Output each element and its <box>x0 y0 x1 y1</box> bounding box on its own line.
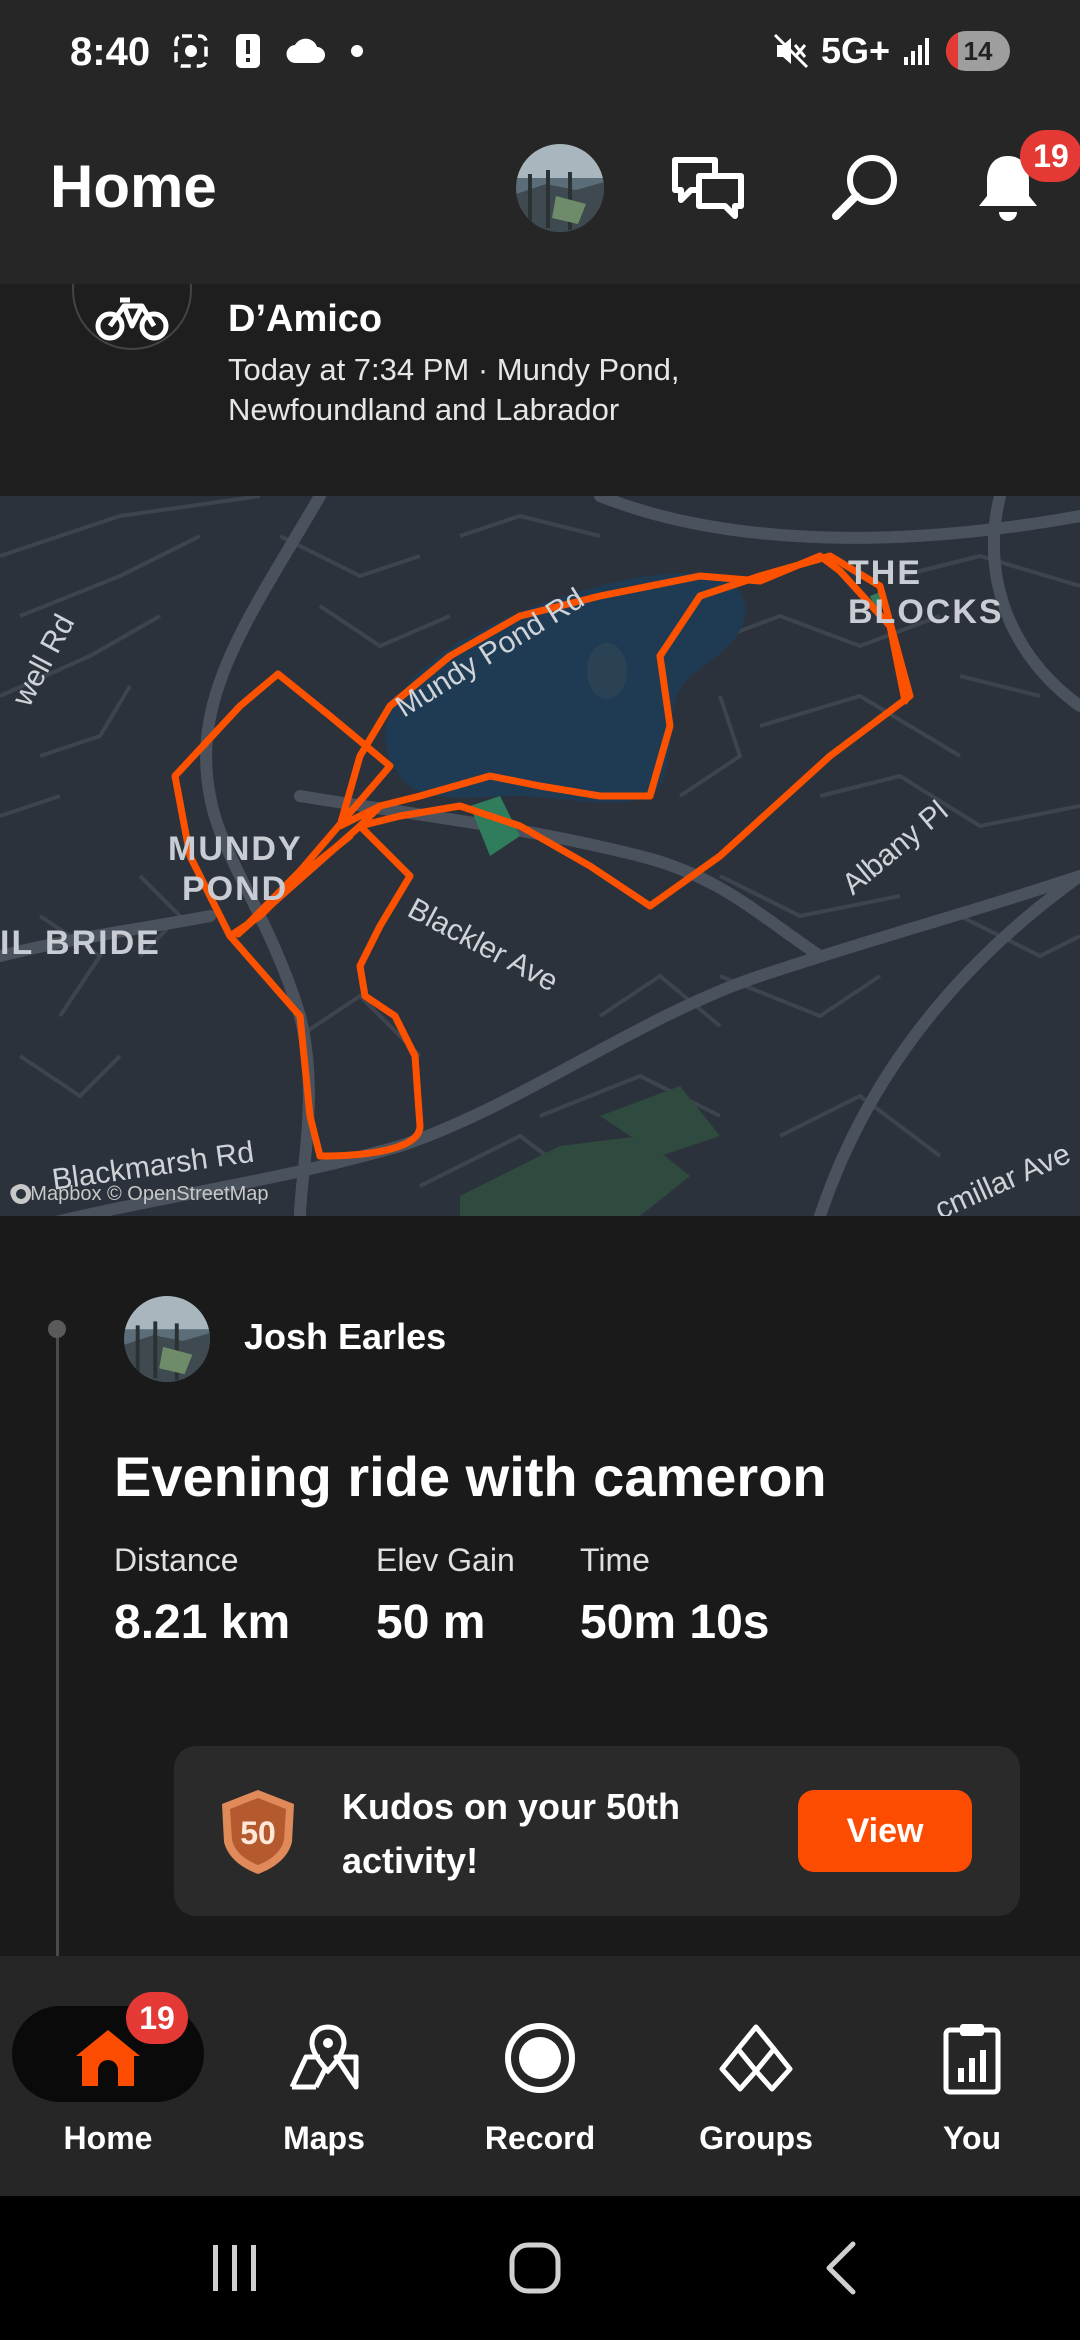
stat-value: 50 m <box>376 1596 486 1649</box>
alert-icon <box>236 34 260 68</box>
home-circle-icon <box>509 2242 561 2294</box>
map-pin-icon <box>276 2010 372 2106</box>
stat-time: Time 50m 10s <box>580 1542 770 1650</box>
recent-apps-button[interactable] <box>190 2238 280 2298</box>
bike-icon <box>95 297 169 341</box>
stat-label: Elev Gain <box>376 1542 515 1578</box>
page-title: Home <box>50 153 217 220</box>
map-label-the-blocks: THE BLOCKS <box>848 554 1004 631</box>
nav-record[interactable]: Record <box>432 1956 648 2196</box>
stat-elev-gain: Elev Gain 50 m <box>376 1542 515 1650</box>
athlete-name[interactable]: D’Amico <box>228 298 382 341</box>
activity-meta: Today at 7:34 PM · Mundy Pond, Newfoundl… <box>228 352 680 427</box>
mute-icon <box>773 33 809 69</box>
status-icons-left <box>172 32 364 70</box>
search-button[interactable] <box>824 146 908 230</box>
nav-groups[interactable]: Groups <box>648 1956 864 2196</box>
mapbox-logo-icon <box>11 1184 31 1204</box>
nav-label: Maps <box>283 2120 365 2156</box>
notifications-button[interactable]: 19 <box>966 130 1080 230</box>
notifications-badge: 19 <box>1020 130 1080 182</box>
network-label: 5G+ <box>820 30 890 71</box>
attribution-text: © Mapbox © OpenStreetMap <box>10 1183 269 1205</box>
kudos-banner: 50 Kudos on your 50th activity! View <box>174 1746 1020 1916</box>
nav-label: Groups <box>699 2120 813 2156</box>
stat-label: Time <box>580 1542 650 1578</box>
activity-card[interactable]: Josh Earles Evening ride with cameron Di… <box>0 1216 1080 1956</box>
app-header: Home 19 <box>0 110 1080 284</box>
status-time: 8:40 <box>70 30 151 74</box>
activity-card-top[interactable]: D’Amico Today at 7:34 PM · Mundy Pond, N… <box>0 284 1080 496</box>
athlete-name[interactable]: Josh Earles <box>244 1316 446 1358</box>
battery-level: 14 <box>963 35 993 66</box>
profile-avatar[interactable] <box>516 144 604 232</box>
signal-icon <box>904 38 929 65</box>
timeline-line <box>56 1328 59 1956</box>
nav-label: Home <box>63 2120 153 2156</box>
view-button[interactable]: View <box>798 1790 972 1872</box>
milestone-badge-number: 50 <box>240 1815 276 1851</box>
clipboard-chart-icon <box>924 2010 1020 2106</box>
stat-value: 50m 10s <box>580 1596 770 1649</box>
search-icon <box>832 155 897 220</box>
nav-maps[interactable]: Maps <box>216 1956 432 2196</box>
groups-icon <box>708 2010 804 2106</box>
nav-label: You <box>942 2120 1002 2156</box>
recent-apps-icon <box>213 2245 256 2291</box>
stat-distance: Distance 8.21 km <box>114 1542 290 1650</box>
home-badge: 19 <box>126 1992 188 2044</box>
battery-icon: 14 <box>946 31 1010 71</box>
nav-home[interactable]: Home 19 <box>0 1956 216 2196</box>
timeline-dot <box>48 1320 66 1338</box>
stat-value: 8.21 km <box>114 1596 291 1649</box>
screenshot-icon <box>174 34 208 68</box>
cloud-icon <box>286 38 325 64</box>
bottom-nav: Home 19 Maps Record Groups You <box>0 1956 1080 2196</box>
back-chevron-icon <box>826 2241 856 2295</box>
home-system-button[interactable] <box>490 2238 580 2298</box>
messages-button[interactable] <box>666 146 750 230</box>
record-icon <box>492 2010 588 2106</box>
kudos-text: Kudos on your 50th activity! <box>342 1786 681 1881</box>
chat-bubbles-icon <box>672 157 744 219</box>
activity-title[interactable]: Evening ride with cameron <box>114 1444 827 1509</box>
stat-label: Distance <box>114 1542 239 1578</box>
back-button[interactable] <box>796 2238 886 2298</box>
nav-you[interactable]: You <box>864 1956 1080 2196</box>
map-label-mundy: MUNDY <box>168 830 303 868</box>
system-nav-bar <box>0 2196 1080 2340</box>
map-label-bride: IL BRIDE <box>0 924 161 962</box>
nav-label: Record <box>484 2120 596 2156</box>
status-bar: 8:40 5G+ 14 <box>0 0 1080 110</box>
map-label-pond: POND <box>182 870 289 908</box>
dot-icon <box>351 45 363 57</box>
milestone-badge-icon: 50 <box>216 1786 300 1876</box>
ride-sport-icon <box>72 284 192 350</box>
athlete-avatar[interactable] <box>124 1296 210 1382</box>
status-icons-right: 5G+ 14 <box>773 30 1010 72</box>
route-map[interactable]: THE BLOCKS MUNDY POND IL BRIDE Mundy Pon… <box>0 496 1080 1216</box>
map-attribution[interactable]: © Mapbox © OpenStreetMap <box>10 1183 269 1206</box>
